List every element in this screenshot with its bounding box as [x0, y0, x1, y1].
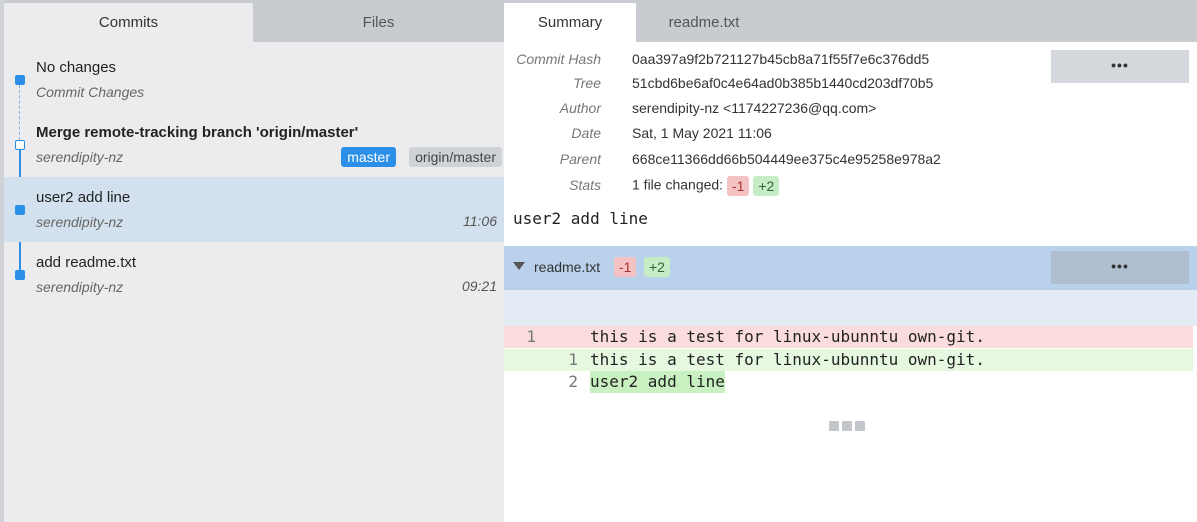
diff-line-added: 1 this is a test for linux-ubunntu own-g… [504, 349, 1193, 371]
commit-subject: Merge remote-tracking branch 'origin/mas… [36, 124, 359, 141]
stats-text: 1 file changed: [632, 176, 724, 193]
graph-node [15, 205, 25, 215]
graph-node [15, 75, 25, 85]
file-diff-header[interactable]: readme.txt -1 +2 ••• [504, 246, 1197, 290]
commit-author: serendipity-nz [36, 149, 124, 165]
collapse-triangle-icon[interactable] [513, 262, 525, 270]
loading-dots-icon [829, 418, 868, 434]
author-value: serendipity-nz <1174227236@qq.com> [632, 100, 877, 116]
commit-row-uncommitted[interactable]: No changes Commit Changes [4, 45, 504, 110]
commit-subject: add readme.txt [36, 254, 137, 271]
commit-subject: user2 add line [36, 189, 131, 206]
date-label: Date [571, 125, 601, 141]
stats-label: Stats [569, 177, 601, 193]
branch-badge-origin-master[interactable]: origin/master [409, 147, 502, 167]
tree-value[interactable]: 51cbd6be6af0c4e64ad0b385b1440cd203df70b5 [632, 75, 933, 91]
stats-deletions-badge: -1 [726, 176, 750, 196]
parent-label: Parent [559, 151, 601, 167]
right-tab-bar: Summary readme.txt [504, 0, 1197, 42]
stats-value: 1 file changed: -1 +2 [632, 176, 780, 196]
tree-label: Tree [573, 75, 601, 91]
diff-code: this is a test for linux-ubunntu own-git… [590, 350, 985, 369]
commit-hash-value[interactable]: 0aa397a9f2b721127b45cb8a71f55f7e6c376dd5 [632, 51, 929, 67]
file-deletions-badge: -1 [614, 257, 637, 277]
date-value: Sat, 1 May 2021 11:06 [632, 125, 772, 141]
parent-value[interactable]: 668ce11366dd66b504449ee375c4e95258e978a2 [632, 151, 941, 167]
commit-row-selected[interactable]: user2 add line serendipity-nz 11:06 [4, 177, 504, 242]
diff-line-added: 2 user2 add line [504, 371, 1193, 393]
commit-row-merge[interactable]: Merge remote-tracking branch 'origin/mas… [4, 110, 504, 175]
graph-node [15, 270, 25, 280]
commit-time: 11:06 [463, 213, 497, 229]
new-line-number: 2 [568, 372, 578, 391]
diff-code: user2 add line [590, 371, 725, 393]
diff-code: this is a test for linux-ubunntu own-git… [590, 327, 985, 346]
commit-list-panel: Commits Files No changes Commit Changes … [0, 0, 504, 522]
diff-line-deleted: 1 this is a test for linux-ubunntu own-g… [504, 326, 1193, 348]
new-line-number: 1 [568, 350, 578, 369]
tab-summary[interactable]: Summary [504, 3, 636, 42]
tab-commits[interactable]: Commits [4, 3, 253, 42]
branch-badge-master[interactable]: master [341, 147, 396, 167]
commit-row[interactable]: add readme.txt serendipity-nz 09:21 [4, 242, 504, 307]
commit-author: Commit Changes [36, 84, 145, 100]
graph-node-merge [15, 140, 25, 150]
commit-more-button[interactable]: ••• [1051, 50, 1189, 83]
hunk-header [504, 290, 1197, 326]
left-tab-bar: Commits Files [4, 0, 504, 42]
author-label: Author [559, 100, 601, 116]
file-more-button[interactable]: ••• [1051, 251, 1189, 284]
file-name: readme.txt [534, 259, 601, 275]
old-line-number: 1 [526, 327, 536, 346]
commit-time: 09:21 [461, 278, 497, 294]
commit-author: serendipity-nz [36, 214, 124, 230]
tab-files[interactable]: Files [253, 3, 504, 42]
tab-file-readme[interactable]: readme.txt [644, 3, 764, 42]
commit-author: serendipity-nz [36, 279, 124, 295]
commit-subject: No changes [36, 59, 117, 76]
commit-hash-label: Commit Hash [516, 51, 601, 67]
commit-message: user2 add line [513, 209, 648, 228]
file-additions-badge: +2 [644, 257, 670, 277]
stats-additions-badge: +2 [753, 176, 780, 196]
commit-detail-panel: Summary readme.txt Commit Hash 0aa397a9f… [504, 0, 1197, 522]
